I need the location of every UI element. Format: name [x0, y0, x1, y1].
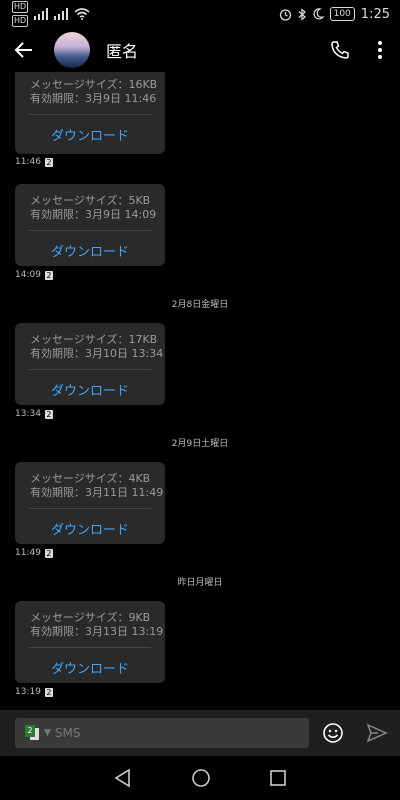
message-size: メッセージサイズ：4KB — [30, 472, 151, 485]
message-expiry: 有効期限：3月13日 13:19 — [30, 625, 164, 638]
download-button[interactable]: ダウンロード — [15, 125, 165, 144]
moon-icon — [313, 8, 324, 20]
phone-icon — [331, 41, 349, 59]
caret-down-icon[interactable]: ▼ — [44, 728, 51, 738]
message-expiry: 有効期限：3月9日 14:09 — [30, 208, 157, 221]
sim-badge: 2 — [44, 157, 53, 167]
battery-indicator: 100 — [329, 7, 355, 21]
send-button[interactable] — [364, 720, 390, 746]
card-divider — [29, 369, 151, 370]
sim-badge: 2 — [44, 409, 53, 419]
app-bar: 匿名 — [0, 28, 400, 72]
message-expiry: 有効期限：3月11日 11:49 — [30, 486, 164, 499]
message-time: 13:19 — [15, 687, 41, 697]
message-time: 13:34 — [15, 409, 41, 419]
recents-square-icon[interactable] — [269, 769, 287, 787]
clock-time: 1:25 — [360, 6, 390, 22]
back-button[interactable] — [0, 28, 48, 72]
message-meta: 11:46 2 — [15, 157, 53, 167]
send-icon — [366, 723, 388, 743]
message-size: メッセージサイズ：9KB — [30, 611, 151, 624]
sim-select-icon[interactable]: 2 — [25, 725, 39, 741]
sim-number: 2 — [25, 725, 35, 737]
signal-icon-2 — [54, 8, 69, 20]
alarm-icon — [279, 8, 291, 21]
sim-badge: 2 — [44, 270, 53, 280]
mms-notification-card: メッセージサイズ：16KB 有効期限：3月9日 11:46 ダウンロード — [15, 72, 165, 154]
download-button[interactable]: ダウンロード — [15, 658, 165, 677]
hd-badge-1: HD — [12, 1, 29, 13]
message-thread[interactable]: メッセージサイズ：16KB 有効期限：3月9日 11:46 ダウンロード 11:… — [0, 72, 400, 710]
wifi-icon — [74, 8, 90, 20]
mms-notification-card: メッセージサイズ：9KB 有効期限：3月13日 13:19 ダウンロード — [15, 601, 165, 683]
message-meta: 13:19 2 — [15, 687, 53, 697]
message-meta: 13:34 2 — [15, 409, 53, 419]
message-size: メッセージサイズ：17KB — [30, 333, 158, 346]
message-time: 11:49 — [15, 548, 41, 558]
back-triangle-icon[interactable] — [113, 768, 133, 788]
date-separator: 2月8日金曜日 — [171, 300, 229, 310]
sim-badge: 2 — [44, 687, 53, 697]
date-separator: 昨日月曜日 — [177, 578, 223, 588]
message-composer: 2 ▼ SMS — [0, 710, 400, 756]
message-time: 14:09 — [15, 270, 41, 280]
emoji-button[interactable] — [320, 720, 346, 746]
download-button[interactable]: ダウンロード — [15, 241, 165, 260]
contact-avatar[interactable] — [54, 32, 90, 68]
message-time: 11:46 — [15, 157, 41, 167]
status-bar: HD HD 100 1:25 — [0, 0, 400, 28]
message-size: メッセージサイズ：5KB — [30, 194, 151, 207]
message-input[interactable]: 2 ▼ SMS — [15, 718, 309, 748]
sim-badge: 2 — [44, 548, 53, 558]
mms-notification-card: メッセージサイズ：4KB 有効期限：3月11日 11:49 ダウンロード — [15, 462, 165, 544]
system-navigation-bar — [0, 756, 400, 800]
message-expiry: 有効期限：3月9日 11:46 — [30, 92, 157, 105]
card-divider — [29, 508, 151, 509]
more-options-button[interactable] — [360, 28, 400, 72]
message-meta: 11:49 2 — [15, 548, 53, 558]
message-size: メッセージサイズ：16KB — [30, 78, 158, 91]
hd-badge-2: HD — [12, 15, 29, 27]
bluetooth-icon — [298, 7, 306, 21]
call-button[interactable] — [320, 28, 360, 72]
download-button[interactable]: ダウンロード — [15, 519, 165, 538]
download-button[interactable]: ダウンロード — [15, 380, 165, 399]
mms-notification-card: メッセージサイズ：5KB 有効期限：3月9日 14:09 ダウンロード — [15, 184, 165, 266]
arrow-left-icon — [14, 42, 32, 58]
signal-icon-1 — [34, 8, 49, 20]
card-divider — [29, 230, 151, 231]
date-separator: 2月9日土曜日 — [171, 439, 229, 449]
card-divider — [29, 647, 151, 648]
message-input-placeholder: SMS — [54, 726, 81, 740]
conversation-title: 匿名 — [106, 42, 139, 61]
more-vertical-icon — [378, 41, 382, 59]
home-circle-icon[interactable] — [191, 768, 211, 788]
smiley-icon — [323, 723, 343, 743]
card-divider — [29, 114, 151, 115]
mms-notification-card: メッセージサイズ：17KB 有効期限：3月10日 13:34 ダウンロード — [15, 323, 165, 405]
message-expiry: 有効期限：3月10日 13:34 — [30, 347, 164, 360]
message-meta: 14:09 2 — [15, 270, 53, 280]
